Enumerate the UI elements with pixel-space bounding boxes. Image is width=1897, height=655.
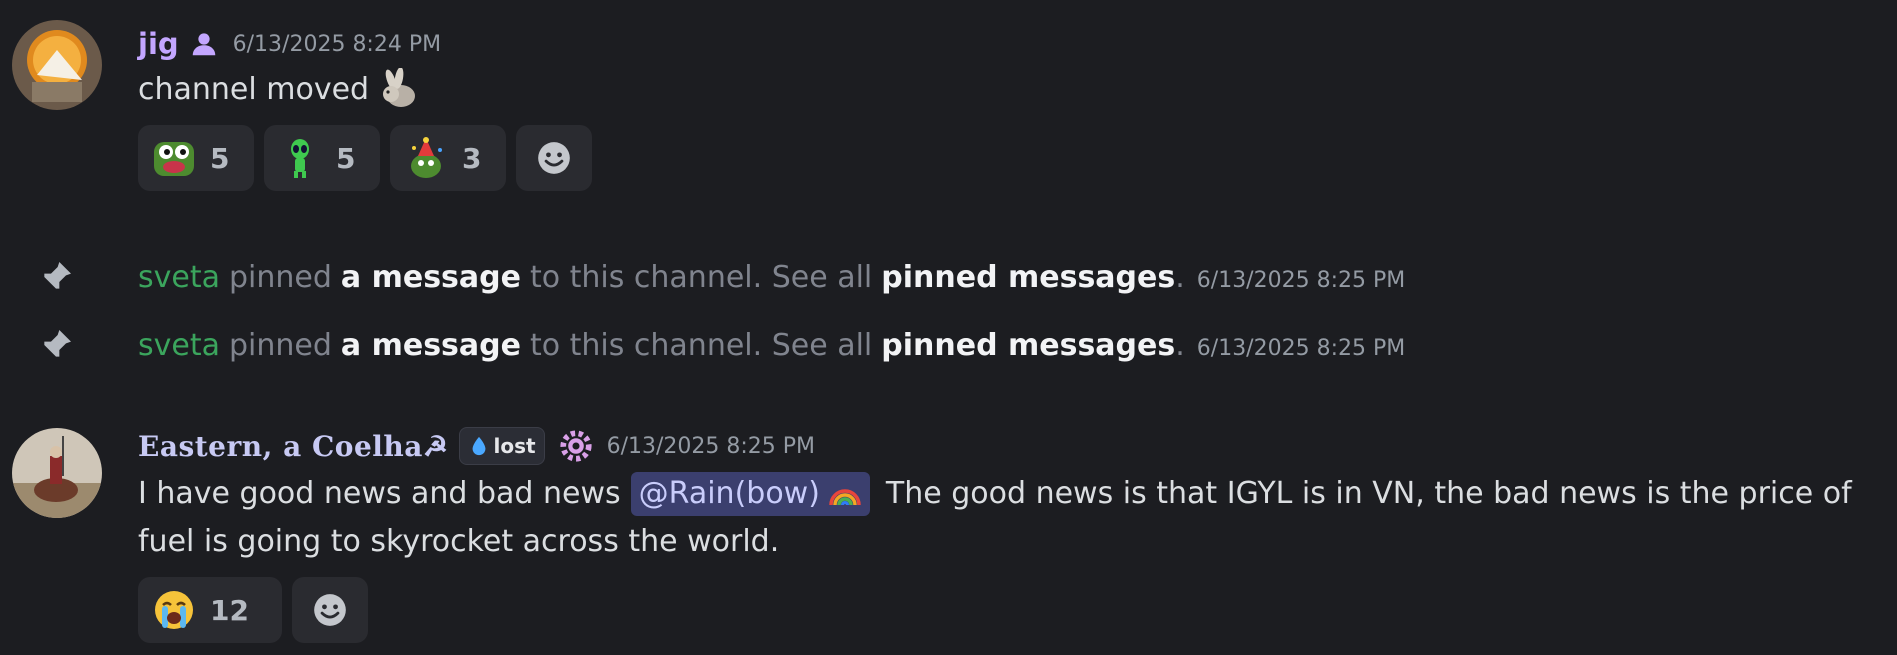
reactions-bar: 5 5 3 — [138, 125, 592, 191]
avatar[interactable] — [12, 428, 102, 518]
pinned-messages-link[interactable]: pinned messages — [881, 260, 1175, 295]
timestamp[interactable]: 6/13/2025 8:24 PM — [233, 32, 441, 57]
add-reaction-button[interactable] — [292, 577, 368, 643]
reaction-button[interactable]: 5 — [138, 125, 254, 191]
message-content: channel moved — [138, 68, 421, 112]
reaction-count: 5 — [210, 141, 230, 175]
badge-label: lost — [493, 434, 536, 458]
message-text: The good news is that IGYL is in VN, the… — [885, 476, 1852, 511]
pinned-message-link[interactable]: a message — [341, 260, 521, 295]
system-username[interactable]: sveta — [138, 260, 220, 295]
system-middle-text: to this channel. See all — [529, 327, 873, 363]
reaction-button[interactable]: 3 — [390, 125, 506, 191]
pepe-frog-emoji — [154, 142, 194, 176]
guild-tag-badge[interactable]: lost — [458, 427, 545, 465]
timestamp[interactable]: 6/13/2025 8:25 PM — [1197, 336, 1405, 361]
message-eastern: Eastern, a Coelha☭ lost 6/13/2025 8:25 P… — [0, 420, 1897, 655]
username[interactable]: Eastern, a Coelha☭ — [138, 430, 449, 463]
username[interactable]: jig — [138, 27, 179, 61]
system-end-text: . — [1175, 259, 1185, 295]
system-message-pin: sveta pinned a message to this channel. … — [0, 320, 1897, 370]
pumpkin-avatar-image — [12, 20, 102, 110]
mention-text: @Rain(bow) — [638, 476, 820, 511]
message-text: I have good news and bad news — [138, 476, 621, 511]
system-message-text: sveta pinned a message to this channel. … — [138, 328, 1405, 363]
message-line-1: I have good news and bad news @Rain(bow)… — [138, 472, 1878, 516]
reaction-count: 3 — [462, 141, 482, 175]
bunny-emoji — [377, 68, 421, 112]
reaction-button[interactable]: 12 — [138, 577, 282, 643]
reactions-bar: 12 — [138, 577, 368, 643]
person-icon — [189, 29, 219, 59]
timestamp[interactable]: 6/13/2025 8:25 PM — [1197, 268, 1405, 293]
system-verb: pinned — [229, 259, 332, 295]
message-line-2: fuel is going to skyrocket across the wo… — [138, 524, 780, 559]
loudly-crying-face-emoji — [155, 591, 193, 629]
droplet-icon — [472, 436, 485, 456]
add-reaction-button[interactable] — [516, 125, 592, 191]
timestamp[interactable]: 6/13/2025 8:25 PM — [607, 434, 815, 459]
rainbow-emoji — [829, 489, 861, 506]
pinned-messages-link[interactable]: pinned messages — [881, 328, 1175, 363]
reaction-button[interactable]: 5 — [264, 125, 380, 191]
system-message-text: sveta pinned a message to this channel. … — [138, 260, 1405, 295]
system-message-pin: sveta pinned a message to this channel. … — [0, 252, 1897, 302]
message-header: Eastern, a Coelha☭ lost 6/13/2025 8:25 P… — [138, 426, 815, 466]
pin-icon — [41, 330, 71, 360]
system-username[interactable]: sveta — [138, 328, 220, 363]
message-content: I have good news and bad news @Rain(bow)… — [138, 472, 1878, 564]
pinned-message-link[interactable]: a message — [341, 328, 521, 363]
system-end-text: . — [1175, 327, 1185, 363]
smiley-add-icon — [314, 594, 346, 626]
user-mention[interactable]: @Rain(bow) — [630, 472, 870, 516]
pin-icon — [41, 262, 71, 292]
avatar[interactable] — [12, 20, 102, 110]
message-jig: jig 6/13/2025 8:24 PM channel moved 5 5 … — [0, 0, 1897, 191]
message-text: channel moved — [138, 72, 370, 107]
gear-flower-icon[interactable] — [559, 429, 593, 463]
green-alien-emoji — [291, 139, 309, 178]
message-header: jig 6/13/2025 8:24 PM — [138, 24, 441, 64]
party-pepe-emoji — [411, 137, 442, 178]
knight-avatar-image — [12, 428, 102, 518]
smiley-add-icon — [538, 142, 570, 174]
reaction-count: 5 — [336, 141, 356, 175]
reaction-count: 12 — [210, 593, 249, 627]
system-verb: pinned — [229, 327, 332, 363]
system-middle-text: to this channel. See all — [529, 259, 873, 295]
